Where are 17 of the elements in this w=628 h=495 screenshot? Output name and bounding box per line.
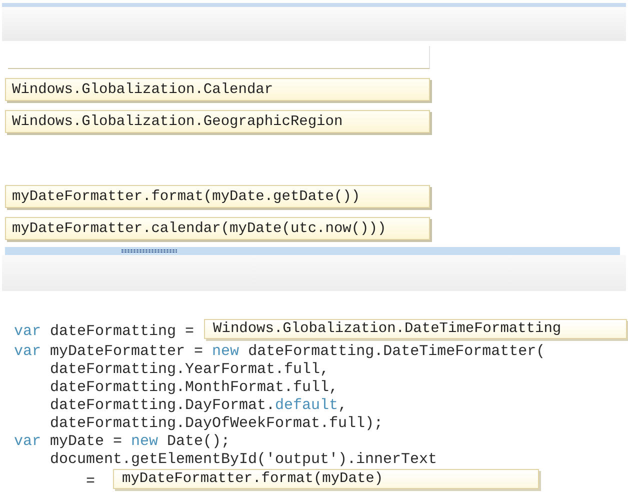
empty-answer-slot[interactable]	[8, 46, 430, 69]
code-line: dateFormatting.DayOfWeekFormat.full);	[50, 415, 384, 433]
answer-tile[interactable]: Windows.Globalization.GeographicRegion	[5, 110, 430, 133]
answer-drop-slot[interactable]: myDateFormatter.format(myDate)	[113, 469, 540, 489]
answer-tile[interactable]: myDateFormatter.calendar(myDate(utc.now()))	[5, 217, 430, 240]
code-line: document.getElementById('output').innerText	[50, 451, 438, 469]
code-line: dateFormatting.MonthFormat.full,	[50, 379, 338, 397]
code-line: var dateFormatting =	[14, 322, 194, 341]
answer-drop-slot[interactable]: Windows.Globalization.DateTimeFormatting	[204, 319, 628, 339]
answer-tile[interactable]: myDateFormatter.format(myDate.getDate())	[5, 185, 430, 208]
code-line: dateFormatting.YearFormat.full,	[50, 361, 330, 379]
code-line: var myDate = new Date();	[14, 433, 230, 451]
code-line: =	[86, 472, 96, 491]
answer-tile[interactable]: Windows.Globalization.Calendar	[5, 78, 430, 101]
grip-icon[interactable]	[121, 249, 177, 253]
code-line: dateFormatting.DayFormat.default,	[50, 397, 348, 415]
code-line: var myDateFormatter = new dateFormatting.DateTimeFormatter(	[14, 343, 546, 361]
